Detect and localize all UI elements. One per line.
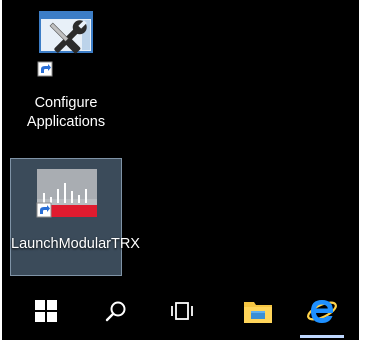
internet-explorer-button[interactable] bbox=[294, 282, 350, 340]
configure-applications-label: Configure Applications bbox=[26, 95, 106, 130]
active-indicator bbox=[300, 335, 344, 338]
configure-applications-shortcut[interactable]: Configure Applications bbox=[22, 8, 110, 130]
modular-trx-icon bbox=[36, 169, 97, 218]
taskbar bbox=[2, 282, 359, 340]
search-icon bbox=[105, 301, 126, 322]
start-button[interactable] bbox=[24, 282, 68, 340]
internet-explorer-icon bbox=[307, 300, 337, 323]
windows-start-icon bbox=[35, 300, 57, 322]
file-explorer-icon bbox=[244, 302, 272, 323]
launch-modular-trx-shortcut[interactable]: LaunchModularTRX bbox=[10, 158, 140, 276]
configure-tools-icon bbox=[37, 11, 93, 77]
launch-modular-trx-label: LaunchModularTRX bbox=[11, 236, 140, 252]
screen: Configure Applications LaunchModularTRX bbox=[0, 0, 368, 343]
task-view-button[interactable] bbox=[160, 282, 204, 340]
file-explorer-button[interactable] bbox=[234, 282, 282, 340]
task-view-icon bbox=[171, 302, 193, 320]
desktop[interactable]: Configure Applications LaunchModularTRX bbox=[2, 0, 359, 282]
search-button[interactable] bbox=[94, 282, 138, 340]
